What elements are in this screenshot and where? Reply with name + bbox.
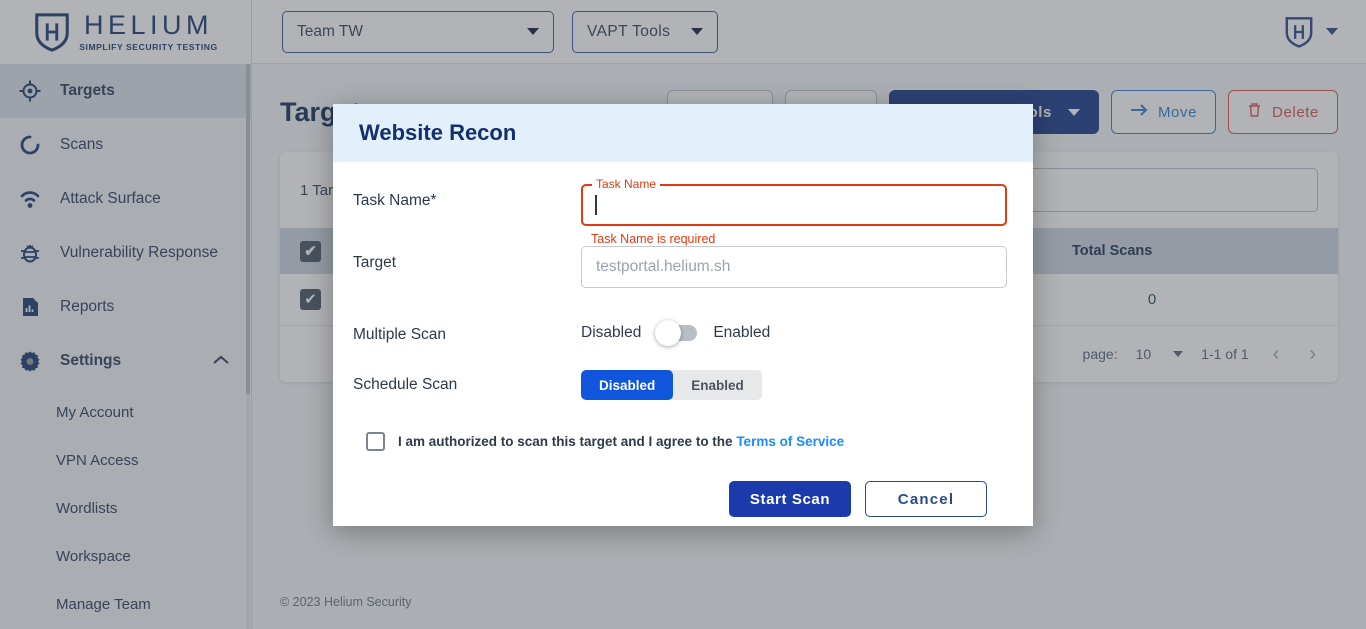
agreement-text: I am authorized to scan this target and … — [398, 434, 737, 449]
multiple-scan-disabled-label: Disabled — [581, 324, 642, 341]
terms-of-service-link[interactable]: Terms of Service — [736, 434, 844, 449]
dialog-body: Task Name* Task Name Task Name is requir… — [333, 162, 1033, 517]
agreement-checkbox[interactable] — [366, 432, 385, 451]
text-cursor — [595, 195, 597, 215]
task-name-legend: Task Name — [592, 177, 661, 191]
multiple-scan-toggle[interactable] — [655, 320, 698, 346]
dialog-header: Website Recon — [333, 104, 1033, 162]
schedule-scan-option-disabled[interactable]: Disabled — [581, 370, 674, 400]
target-placeholder: testportal.helium.sh — [596, 258, 731, 275]
target-label: Target — [353, 254, 397, 271]
schedule-scan-label: Schedule Scan — [353, 376, 458, 393]
task-name-input[interactable]: Task Name — [581, 177, 1007, 226]
agreement-row: I am authorized to scan this target and … — [353, 416, 1007, 451]
task-name-label: Task Name* — [353, 192, 437, 209]
schedule-scan-option-enabled[interactable]: Enabled — [673, 370, 762, 400]
start-scan-button[interactable]: Start Scan — [729, 481, 851, 517]
task-name-row: Task Name* Task Name Task Name is requir… — [353, 177, 1007, 246]
target-input[interactable]: testportal.helium.sh — [581, 246, 1007, 288]
dialog-actions: Start Scan Cancel — [353, 451, 1007, 517]
schedule-scan-segmented-control: Disabled Enabled — [581, 370, 762, 400]
schedule-scan-row: Schedule Scan Disabled Enabled — [353, 368, 1007, 416]
website-recon-dialog: Website Recon Task Name* Task Name Task … — [333, 104, 1033, 526]
target-row: Target testportal.helium.sh — [353, 246, 1007, 318]
multiple-scan-label: Multiple Scan — [353, 326, 447, 343]
multiple-scan-enabled-label: Enabled — [713, 324, 771, 341]
multiple-scan-row: Multiple Scan Disabled Enabled — [353, 318, 1007, 368]
app-root: HELIUM SIMPLIFY SECURITY TESTING Targets… — [0, 0, 1366, 629]
dialog-title: Website Recon — [359, 120, 517, 145]
cancel-button[interactable]: Cancel — [865, 481, 987, 517]
task-name-error: Task Name is required — [591, 232, 716, 246]
agreement-text-wrap: I am authorized to scan this target and … — [398, 434, 844, 449]
